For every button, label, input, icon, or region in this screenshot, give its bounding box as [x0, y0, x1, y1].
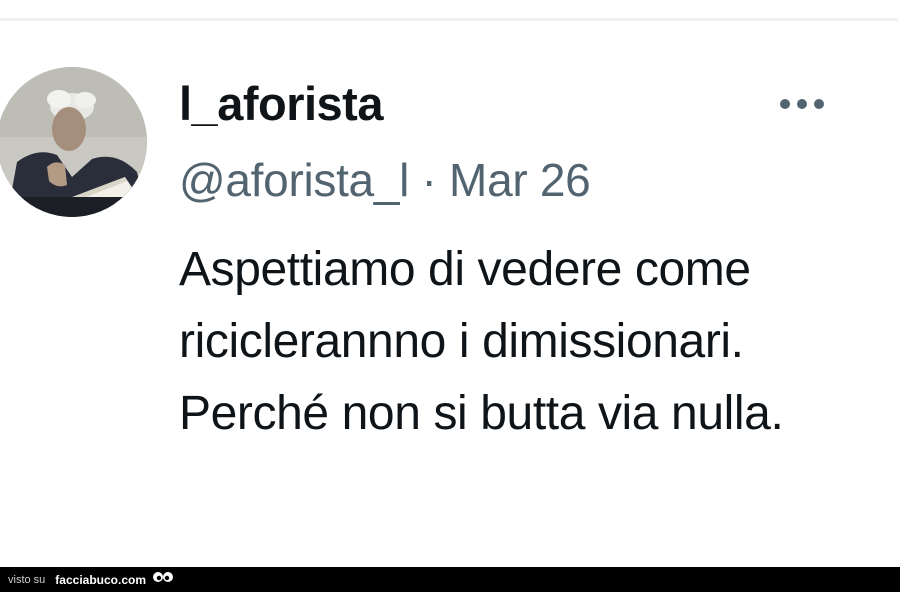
watermark-footer: visto su facciabuco.com — [0, 567, 900, 592]
more-horizontal-icon — [797, 99, 807, 109]
tweet-date[interactable]: Mar 26 — [449, 154, 591, 206]
more-horizontal-icon — [780, 99, 790, 109]
avatar-photo — [0, 67, 147, 217]
tweet-text: Aspettiamo di vedere come riciclerann­no… — [179, 243, 784, 440]
user-handle[interactable]: @aforista_l — [179, 154, 409, 206]
more-options-button[interactable] — [772, 92, 832, 116]
avatar[interactable] — [0, 67, 147, 217]
top-divider — [0, 18, 898, 21]
eyes-logo-icon — [153, 571, 173, 582]
more-horizontal-icon — [814, 99, 824, 109]
display-name[interactable]: l_aforista — [179, 76, 383, 131]
handle-date-line: @aforista_l · Mar 26 — [179, 153, 591, 207]
meta-separator: · — [421, 154, 437, 206]
footer-prefix: visto su — [8, 573, 46, 586]
footer-site-name[interactable]: facciabuco.com — [55, 573, 146, 587]
